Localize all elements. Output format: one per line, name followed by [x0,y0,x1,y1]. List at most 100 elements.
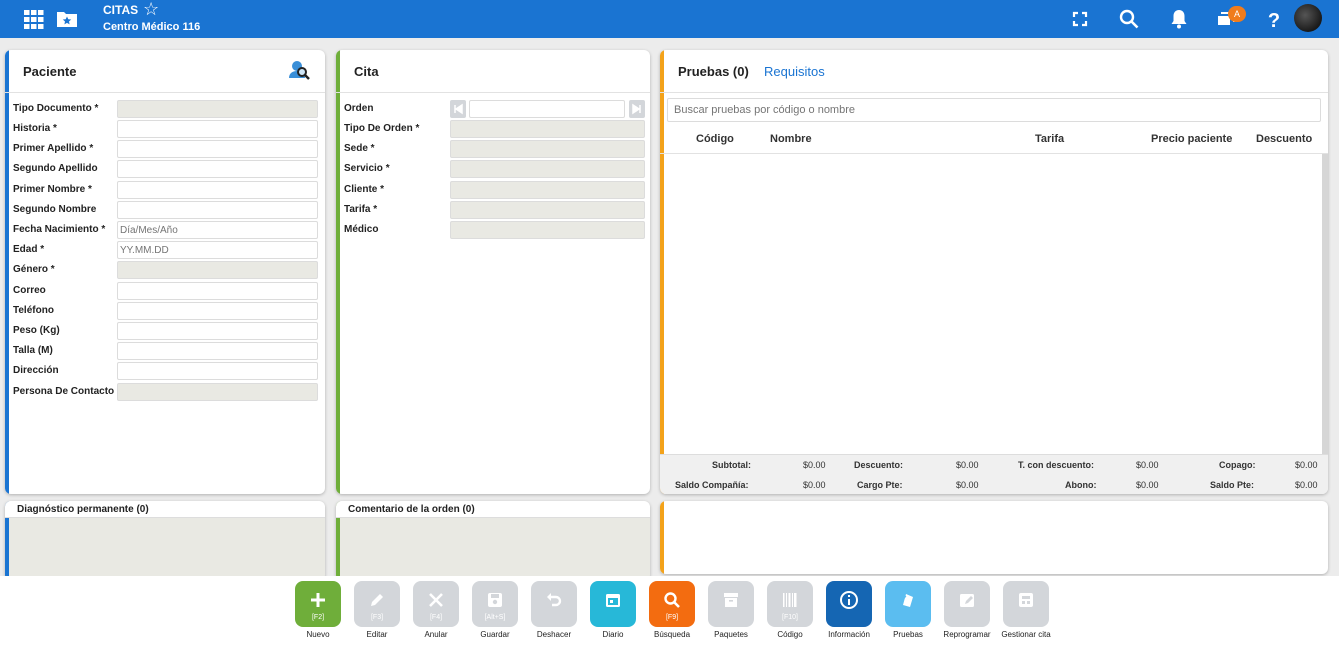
field-label: Tipo De Orden * [344,123,420,134]
field-label: Segundo Nombre [13,204,97,215]
cita-input[interactable] [450,140,645,158]
panel-accent [5,50,9,494]
tab-pruebas[interactable]: Pruebas (0) [678,64,749,79]
field-label: Cliente * [344,184,385,195]
cita-panel: Cita Orden Tipo De Orden * Sede * Servicio … [336,50,650,494]
deshacer-button[interactable] [531,581,577,627]
paciente-input[interactable] [117,221,318,239]
divider [5,92,325,93]
tab-requisitos[interactable]: Requisitos [764,64,825,79]
field-label: Historia * [13,123,57,134]
divider [336,92,650,93]
column-header[interactable]: Descuento [1256,133,1312,145]
saldo-compania-value: $0.00 [803,480,826,490]
abono-value: $0.00 [1136,480,1159,490]
paciente-input[interactable] [117,302,318,320]
código-button[interactable]: [F10] [767,581,813,627]
shortcut-key: [F2] [311,614,325,621]
copago-value: $0.00 [1295,460,1318,470]
anular-button[interactable]: [F4] [413,581,459,627]
column-header[interactable]: Código [696,133,734,145]
reprogramar-button[interactable] [944,581,990,627]
paciente-input[interactable] [117,342,318,360]
paciente-input[interactable] [117,383,318,401]
archive-icon [724,593,738,607]
diagnostico-panel: Diagnóstico permanente (0) [5,501,325,581]
paciente-input[interactable] [117,181,318,199]
first-order-icon[interactable] [450,100,466,118]
pruebas-table-header: Código Nombre Tarifa Precio paciente Des… [660,124,1328,154]
cita-input[interactable] [450,120,645,138]
cita-input[interactable] [450,201,645,219]
panel-accent [660,50,664,494]
paciente-input[interactable] [117,282,318,300]
field-label: Orden [344,103,374,114]
pruebas-button[interactable] [885,581,931,627]
descuento-label: Descuento: [854,460,904,470]
editar-button[interactable]: [F3] [354,581,400,627]
favorite-folder-icon[interactable] [56,8,78,30]
undo-icon [547,593,562,607]
orden-input[interactable] [469,100,625,118]
tests-icon [900,594,913,607]
field-label: Sede * [344,143,375,154]
last-order-icon[interactable] [629,100,645,118]
manage-icon [1019,593,1033,607]
pencil-icon [371,594,383,606]
info-icon [840,591,858,609]
paciente-input[interactable] [117,241,318,259]
pruebas-search-input[interactable] [667,98,1321,122]
search-icon [664,592,680,608]
diario-button[interactable] [590,581,636,627]
extra-panel [660,501,1328,574]
cita-input[interactable] [450,160,645,178]
favorite-star-icon[interactable]: ☆ [143,0,159,18]
apps-grid-icon[interactable] [23,8,45,30]
subtotal-value: $0.00 [803,460,826,470]
tcon-value: $0.00 [1136,460,1159,470]
guardar-button[interactable]: [Alt+S] [472,581,518,627]
paciente-input[interactable] [117,140,318,158]
fullscreen-icon[interactable] [1069,8,1091,30]
field-label: Persona De Contacto [13,386,115,397]
paquetes-button[interactable] [708,581,754,627]
scrollbar[interactable] [1322,154,1328,454]
shortcut-key: [F4] [429,614,443,621]
paciente-input[interactable] [117,100,318,118]
nuevo-button[interactable]: [F2] [295,581,341,627]
paciente-input[interactable] [117,201,318,219]
toolbar-button-label: Gestionar cita [1001,630,1051,639]
totals-bar: Subtotal: $0.00 Descuento: $0.00 T. con … [660,454,1328,494]
help-icon[interactable]: ? [1263,8,1285,30]
paciente-input[interactable] [117,322,318,340]
field-label: Segundo Apellido [13,163,98,174]
column-header[interactable]: Precio paciente [1151,133,1232,145]
column-header[interactable]: Tarifa [1035,133,1064,145]
field-label: Tipo Documento * [13,103,99,114]
patient-search-icon[interactable] [287,58,311,82]
cita-input[interactable] [450,181,645,199]
shortcut-key: [Alt+S] [484,614,506,621]
paciente-input[interactable] [117,261,318,279]
información-button[interactable] [826,581,872,627]
calendar-icon [606,594,620,607]
cargo-pte-label: Cargo Pte: [857,480,903,490]
shortcut-key: [F9] [665,614,679,621]
bell-icon[interactable] [1168,8,1190,30]
panel-accent [336,50,340,494]
gestionar-cita-button[interactable] [1003,581,1049,627]
field-label: Género * [13,264,55,275]
field-label: Peso (Kg) [13,325,60,336]
top-bar: CITAS ☆ Centro Médico 116 A ? [0,0,1339,38]
column-header[interactable]: Nombre [770,133,812,145]
paciente-input[interactable] [117,362,318,380]
pruebas-panel: Pruebas (0) Requisitos Código Nombre Tar… [660,50,1328,494]
cita-input[interactable] [450,221,645,239]
paciente-input[interactable] [117,120,318,138]
paciente-input[interactable] [117,160,318,178]
barcode-icon [783,593,797,607]
búsqueda-button[interactable]: [F9] [649,581,695,627]
user-avatar[interactable] [1294,4,1322,32]
search-icon[interactable] [1118,8,1140,30]
shortcut-key: [F3] [370,614,384,621]
